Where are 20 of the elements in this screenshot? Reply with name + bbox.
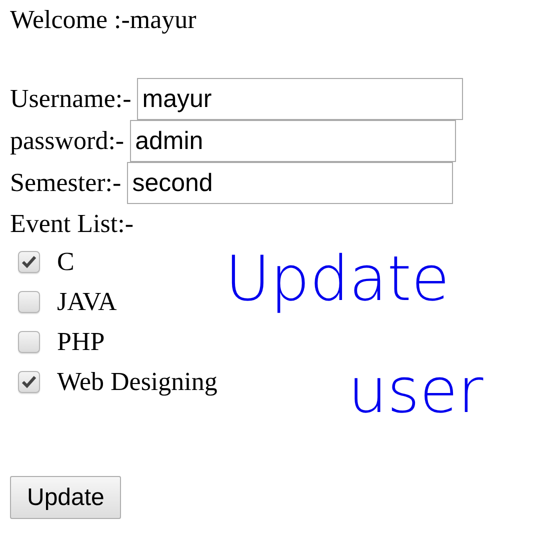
- checkbox-label: C: [57, 247, 74, 277]
- field-label: Username:-: [10, 84, 132, 114]
- update-button[interactable]: Update: [10, 476, 122, 519]
- checkbox[interactable]: [18, 251, 40, 273]
- input-field[interactable]: mayur: [137, 78, 464, 120]
- checkbox-label: PHP: [57, 327, 105, 357]
- event-list-label: Event List:-: [10, 208, 134, 240]
- field-label: Semester:-: [10, 168, 122, 198]
- handwritten-note: user: [348, 360, 484, 422]
- welcome-text: Welcome :-mayur: [10, 4, 198, 36]
- checkbox-label: Web Designing: [57, 367, 218, 397]
- input-field[interactable]: second: [127, 162, 454, 204]
- checkbox-label: JAVA: [57, 287, 117, 317]
- checkmark-icon: [21, 375, 37, 389]
- checkmark-icon: [21, 255, 37, 269]
- checkbox[interactable]: [18, 291, 40, 313]
- input-field[interactable]: admin: [130, 120, 456, 162]
- field-label: password:-: [10, 126, 124, 156]
- checkbox[interactable]: [18, 331, 40, 353]
- checkbox[interactable]: [18, 371, 40, 393]
